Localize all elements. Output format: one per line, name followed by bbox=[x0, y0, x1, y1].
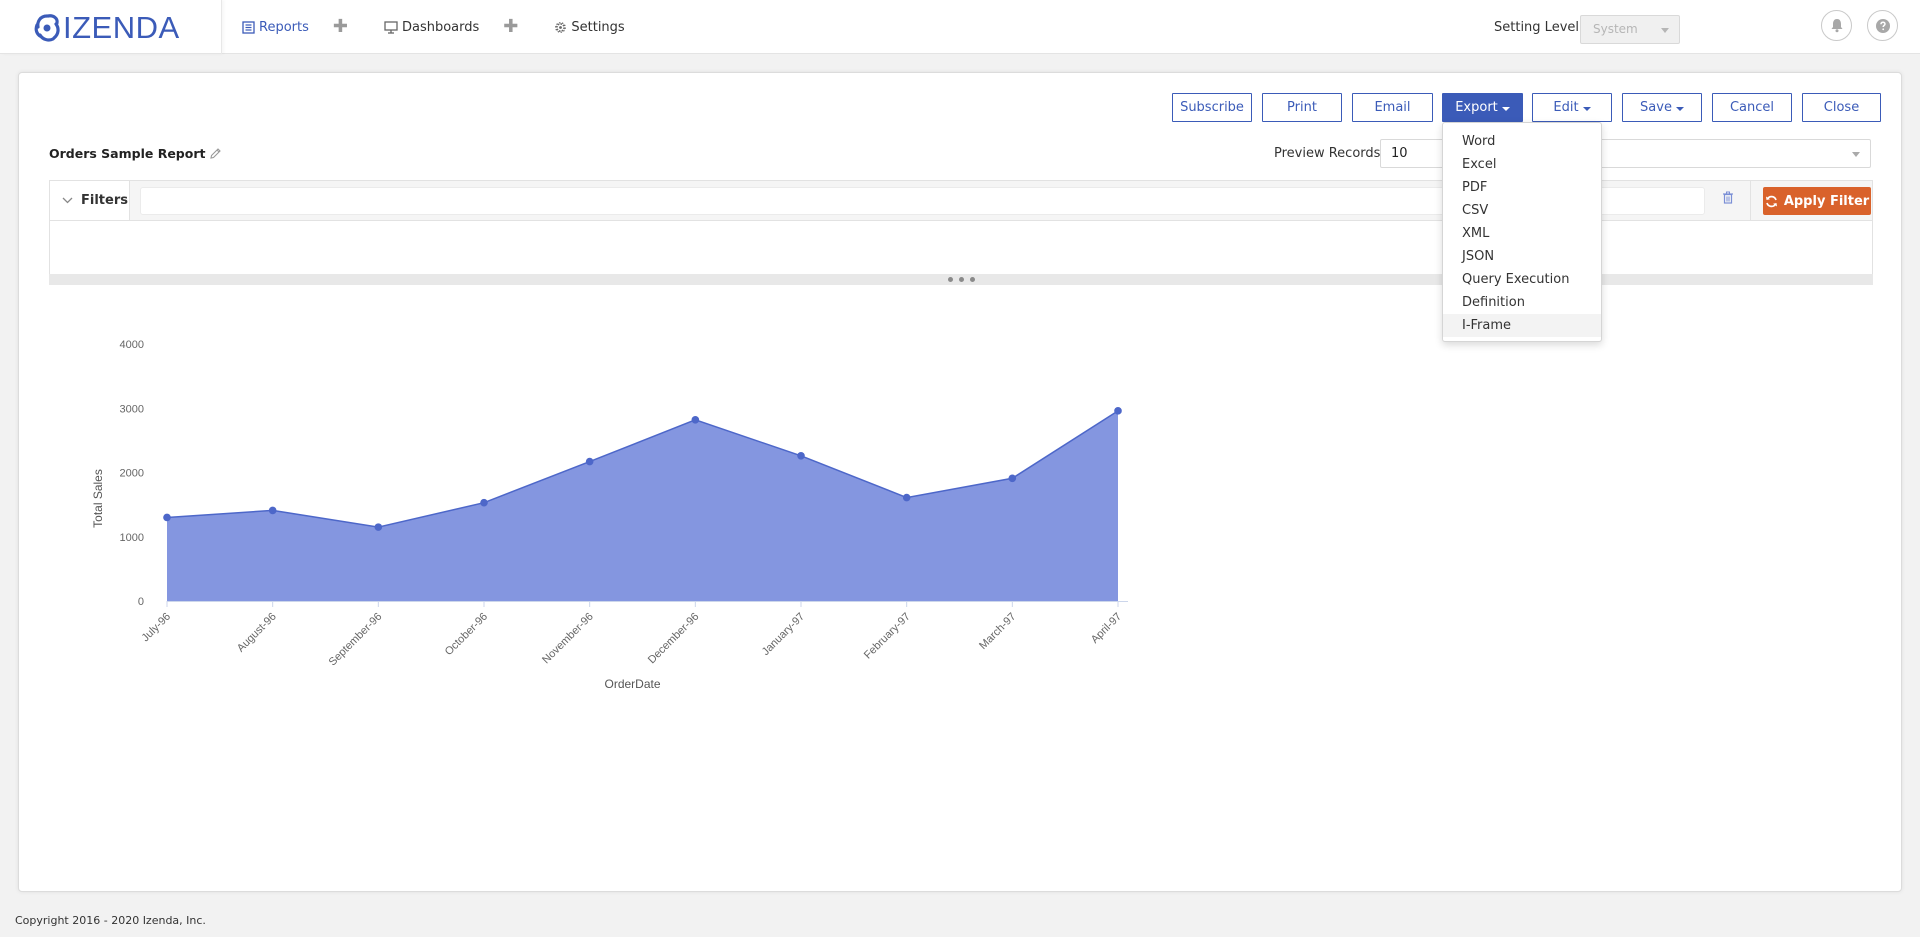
export-option-query-execution[interactable]: Query Execution bbox=[1443, 268, 1601, 291]
y-tick-label: 3000 bbox=[120, 403, 144, 415]
data-point[interactable] bbox=[1114, 407, 1122, 415]
data-point[interactable] bbox=[585, 457, 594, 466]
export-option-definition[interactable]: Definition bbox=[1443, 291, 1601, 314]
y-axis-title: Total Sales bbox=[91, 469, 105, 528]
apply-filter-button[interactable]: Apply Filter bbox=[1763, 187, 1871, 215]
data-point[interactable] bbox=[1008, 474, 1017, 483]
logo-area: IZENDA bbox=[0, 0, 222, 54]
gear-icon bbox=[554, 21, 567, 34]
caret-down-icon bbox=[1582, 106, 1591, 111]
report-title: Orders Sample Report bbox=[49, 146, 222, 161]
setting-level-value: System bbox=[1593, 22, 1638, 36]
help-button[interactable] bbox=[1867, 10, 1898, 41]
export-option-i-frame[interactable]: I-Frame bbox=[1443, 314, 1601, 337]
nav-reports-label: Reports bbox=[259, 19, 309, 35]
x-tick-label: November-96 bbox=[540, 611, 596, 667]
izenda-logo[interactable]: IZENDA bbox=[34, 10, 180, 46]
handle-dot bbox=[969, 277, 975, 282]
apply-filter-label: Apply Filter bbox=[1783, 193, 1870, 209]
edit-button-label: Edit bbox=[1553, 100, 1579, 115]
save-button-label: Save bbox=[1640, 100, 1672, 115]
filters-label: Filters bbox=[81, 193, 128, 208]
nav-dashboards-label: Dashboards bbox=[401, 19, 480, 35]
save-button[interactable]: Save bbox=[1622, 93, 1702, 122]
x-tick-label: April-97 bbox=[1089, 611, 1124, 646]
handle-dot bbox=[947, 277, 953, 282]
x-tick-label: August-96 bbox=[235, 611, 279, 655]
print-button[interactable]: Print bbox=[1262, 93, 1342, 122]
add-dashboard-plus-icon[interactable]: ✚ bbox=[503, 18, 518, 36]
x-tick-label: July-96 bbox=[140, 611, 174, 645]
caret-down-icon bbox=[1501, 106, 1510, 111]
add-report-plus-icon[interactable]: ✚ bbox=[333, 18, 348, 36]
x-tick-label: December-96 bbox=[646, 611, 702, 667]
preview-records-value: 10 bbox=[1391, 146, 1408, 161]
data-point[interactable] bbox=[268, 506, 277, 515]
handle-dot bbox=[958, 277, 964, 282]
nav-settings-label: Settings bbox=[571, 19, 625, 35]
y-tick-label: 0 bbox=[138, 596, 144, 608]
question-icon bbox=[1875, 18, 1890, 33]
preview-records-label: Preview Records bbox=[1274, 146, 1381, 161]
y-tick-label: 1000 bbox=[120, 532, 144, 544]
filter-divider bbox=[1750, 181, 1751, 220]
copyright-footer: Copyright 2016 - 2020 Izenda, Inc. bbox=[15, 914, 206, 927]
top-navigation-bar: IZENDA Reports ✚ Dashboards ✚ Settings S… bbox=[0, 0, 1920, 54]
nav-dashboards[interactable]: Dashboards bbox=[384, 20, 479, 35]
data-point[interactable] bbox=[691, 416, 700, 424]
refresh-icon bbox=[1765, 195, 1778, 208]
data-point[interactable] bbox=[374, 523, 383, 531]
export-option-csv[interactable]: CSV bbox=[1443, 199, 1601, 222]
x-tick-label: January-97 bbox=[760, 611, 807, 658]
bell-icon bbox=[1831, 19, 1842, 33]
export-option-word[interactable]: Word bbox=[1443, 130, 1601, 153]
export-option-json[interactable]: JSON bbox=[1443, 245, 1601, 268]
export-option-xml[interactable]: XML bbox=[1443, 222, 1601, 245]
subscribe-button[interactable]: Subscribe bbox=[1172, 93, 1252, 122]
nav-reports[interactable]: Reports bbox=[242, 20, 309, 35]
chevron-down-icon bbox=[1661, 28, 1669, 33]
x-tick-label: September-96 bbox=[327, 611, 385, 669]
export-option-pdf[interactable]: PDF bbox=[1443, 176, 1601, 199]
y-tick-label: 4000 bbox=[120, 339, 144, 351]
chevron-down-icon bbox=[1852, 152, 1860, 157]
pencil-icon[interactable] bbox=[209, 147, 222, 160]
chevron-down-icon bbox=[62, 197, 73, 204]
export-button[interactable]: Export bbox=[1442, 93, 1523, 122]
monitor-icon bbox=[384, 20, 398, 34]
setting-level-select[interactable]: System bbox=[1580, 15, 1680, 44]
trash-icon[interactable] bbox=[1722, 191, 1734, 204]
data-point[interactable] bbox=[797, 451, 805, 460]
x-tick-label: October-96 bbox=[443, 611, 490, 658]
close-button[interactable]: Close bbox=[1802, 93, 1881, 122]
caret-down-icon bbox=[1675, 106, 1684, 111]
y-tick-label: 2000 bbox=[120, 468, 144, 480]
cancel-button[interactable]: Cancel bbox=[1712, 93, 1792, 122]
x-tick-label: February-97 bbox=[862, 611, 913, 662]
total-sales-area-chart: 0 1000 2000 3000 4000 July-96 August-96 Septemb… bbox=[91, 339, 1128, 691]
report-list-icon bbox=[242, 20, 255, 34]
export-option-excel[interactable]: Excel bbox=[1443, 153, 1601, 176]
logo-text: IZENDA bbox=[63, 10, 180, 45]
notifications-button[interactable] bbox=[1821, 10, 1852, 41]
data-point[interactable] bbox=[902, 493, 911, 502]
main-nav: Reports ✚ Dashboards ✚ Settings bbox=[242, 0, 625, 54]
export-button-label: Export bbox=[1455, 100, 1498, 115]
email-button[interactable]: Email bbox=[1352, 93, 1433, 122]
setting-level-label: Setting Level bbox=[1494, 20, 1579, 35]
x-axis-title: OrderDate bbox=[604, 677, 660, 691]
edit-button[interactable]: Edit bbox=[1532, 93, 1612, 122]
area-fill bbox=[167, 410, 1118, 601]
nav-settings[interactable]: Settings bbox=[554, 19, 625, 35]
filters-toggle[interactable]: Filters bbox=[50, 181, 130, 220]
data-point[interactable] bbox=[480, 498, 488, 507]
izenda-swirl-icon bbox=[34, 14, 60, 42]
x-tick-label: March-97 bbox=[977, 611, 1018, 652]
report-title-text: Orders Sample Report bbox=[49, 146, 206, 161]
report-panel: Subscribe Print Email Export Edit Save C… bbox=[18, 72, 1902, 892]
export-dropdown-menu: Word Excel PDF CSV XML JSON Query Execution Def… bbox=[1442, 122, 1602, 342]
data-point[interactable] bbox=[163, 513, 171, 522]
